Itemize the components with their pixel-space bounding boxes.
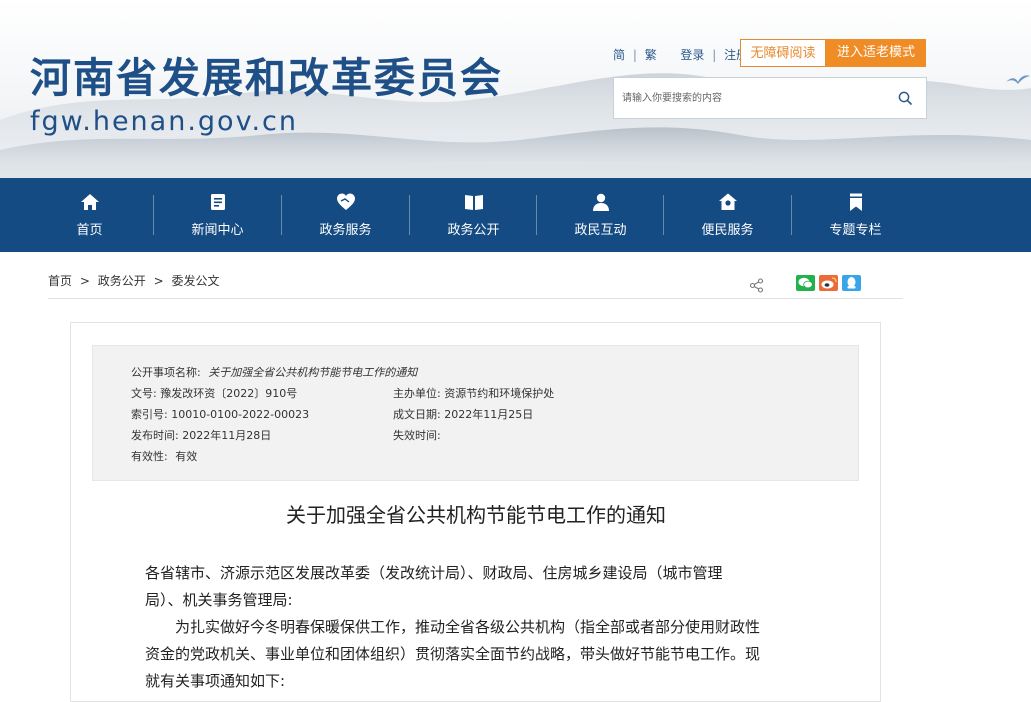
meta-department: 主办单位: 资源节约和环境保护处 (393, 385, 554, 401)
breadcrumb-gov-open[interactable]: 政务公开 (98, 274, 146, 288)
traditional-link[interactable]: 繁 (645, 46, 657, 63)
meta-label: 公开事项名称: (131, 366, 201, 379)
home-icon (80, 194, 99, 210)
news-icon (210, 194, 225, 210)
wechat-icon[interactable] (796, 275, 815, 291)
body-paragraph-line: 资金的党政机关、事业单位和团体组织）贯彻落实全面节约战略，带头做好节能节电工作。… (145, 645, 761, 663)
breadcrumb-divider (48, 298, 903, 299)
nav-label: 政务公开 (447, 223, 500, 238)
site-header: 河南省发展和改革委员会 fgw.henan.gov.cn 简 | 繁 登录 | … (0, 0, 1031, 178)
breadcrumb: 首页 > 政务公开 > 委发公文 (48, 272, 219, 289)
meta-label: 失效时间: (393, 429, 441, 442)
search-icon[interactable] (898, 91, 912, 105)
nav-item-gov-service[interactable]: 政务服务 (282, 178, 409, 252)
document-meta: 公开事项名称: 关于加强全省公共机构节能节电工作的通知 文号: 豫发改环资〔20… (92, 345, 859, 481)
recipients-line: 各省辖市、济源示范区发展改革委（发改统计局）、财政局、住房城乡建设局（城市管理 (145, 564, 723, 582)
link-separator: | (712, 48, 717, 62)
elder-mode-button[interactable]: 进入适老模式 (826, 39, 926, 67)
breadcrumb-separator: > (153, 274, 164, 288)
meta-label: 有效性: (131, 450, 168, 463)
link-separator: | (632, 48, 637, 62)
document-body: 各省辖市、济源示范区发展改革委（发改统计局）、财政局、住房城乡建设局（城市管理 … (145, 560, 825, 695)
nav-item-gov-open[interactable]: 政务公开 (410, 178, 537, 252)
top-links: 简 | 繁 登录 | 注册 (613, 46, 748, 63)
meta-value: 10010-0100-2022-00023 (171, 408, 310, 421)
meta-label: 文号: (131, 387, 157, 400)
search-box (613, 77, 927, 119)
nav-label: 首页 (76, 223, 103, 238)
nav-item-home[interactable]: 首页 (26, 178, 153, 252)
share-icon[interactable] (749, 278, 764, 293)
meta-item-name: 公开事项名称: 关于加强全省公共机构节能节电工作的通知 (131, 364, 417, 380)
meta-written-date: 成文日期: 2022年11月25日 (393, 406, 533, 422)
login-link[interactable]: 登录 (680, 46, 704, 63)
meta-value: 有效 (175, 450, 198, 463)
meta-label: 成文日期: (393, 408, 441, 421)
bookmark-icon (849, 193, 862, 211)
meta-value: 2022年11月28日 (182, 429, 272, 442)
document-title: 关于加强全省公共机构节能节电工作的通知 (286, 503, 666, 527)
meta-value: 豫发改环资〔2022〕910号 (160, 387, 298, 400)
weibo-icon[interactable] (819, 275, 838, 291)
meta-value: 关于加强全省公共机构节能节电工作的通知 (208, 366, 418, 379)
search-input[interactable] (622, 88, 882, 108)
meta-value: 2022年11月25日 (444, 408, 534, 421)
recipients-line: 局）、机关事务管理局: (145, 591, 293, 609)
body-paragraph-line: 为扎实做好今冬明春保暖保供工作，推动全省各级公共机构（指全部或者部分使用财政性 (175, 618, 761, 636)
nav-item-special[interactable]: 专题专栏 (792, 178, 919, 252)
meta-label: 索引号: (131, 408, 168, 421)
meta-publish-date: 发布时间: 2022年11月28日 (131, 427, 271, 443)
site-domain: fgw.henan.gov.cn (30, 106, 298, 137)
breadcrumb-documents[interactable]: 委发公文 (171, 274, 219, 288)
people-icon (592, 193, 609, 211)
nav-item-convenience[interactable]: 便民服务 (664, 178, 791, 252)
nav-label: 新闻中心 (191, 223, 244, 238)
house-icon (718, 193, 737, 210)
nav-label: 政民互动 (574, 223, 627, 238)
accessibility-button[interactable]: 无障碍阅读 (740, 39, 826, 67)
book-icon (464, 195, 483, 210)
body-paragraph-line: 就有关事项通知如下: (145, 672, 286, 690)
qq-icon[interactable] (842, 275, 861, 291)
meta-label: 主办单位: (393, 387, 441, 400)
breadcrumb-home[interactable]: 首页 (48, 274, 72, 288)
breadcrumb-separator: > (79, 274, 90, 288)
main-nav: 首页 新闻中心 政务服务 政务公开 政民互动 便民服务 专题专栏 (0, 178, 1031, 252)
nav-item-interaction[interactable]: 政民互动 (537, 178, 664, 252)
service-icon (336, 193, 355, 210)
simplified-link[interactable]: 简 (613, 46, 625, 63)
meta-label: 发布时间: (131, 429, 179, 442)
meta-validity: 有效性: 有效 (131, 448, 197, 464)
nav-item-news[interactable]: 新闻中心 (154, 178, 281, 252)
meta-value: 资源节约和环境保护处 (444, 387, 555, 400)
meta-expire-date: 失效时间: (393, 427, 441, 443)
nav-label: 便民服务 (701, 223, 754, 238)
nav-label: 专题专栏 (829, 223, 882, 238)
site-title[interactable]: 河南省发展和改革委员会 (30, 44, 503, 104)
meta-index: 索引号: 10010-0100-2022-00023 (131, 406, 309, 422)
nav-label: 政务服务 (319, 223, 372, 238)
bird-icon (1006, 75, 1030, 84)
meta-doc-number: 文号: 豫发改环资〔2022〕910号 (131, 385, 297, 401)
